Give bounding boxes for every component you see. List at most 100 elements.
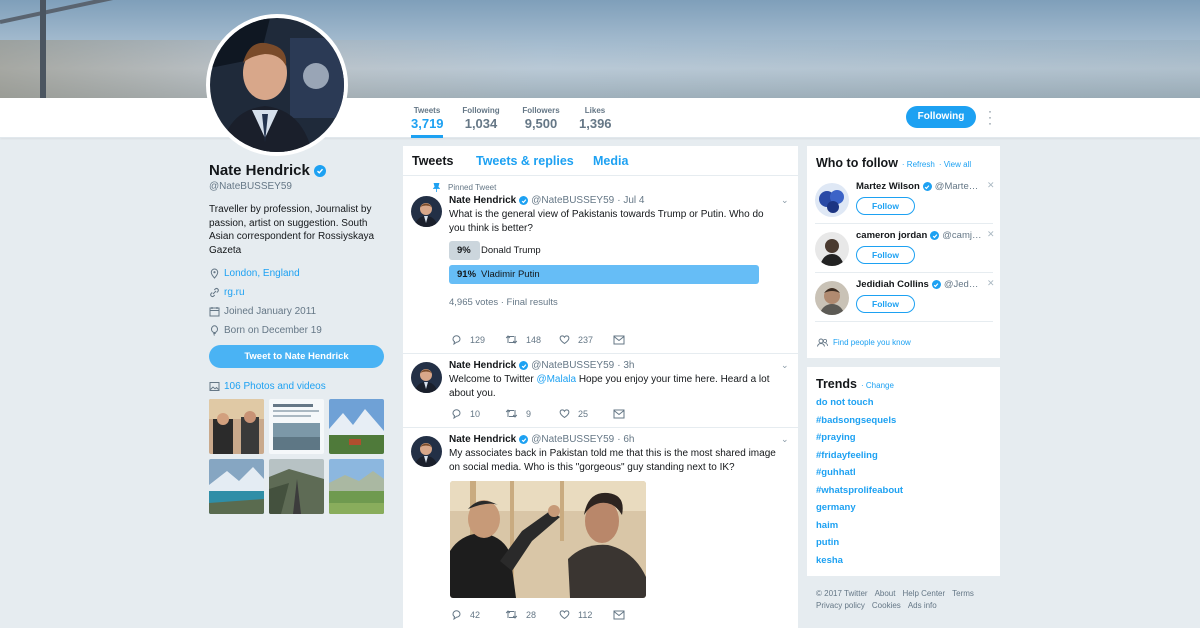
stat-tweets[interactable]: Tweets 3,719 <box>411 106 444 138</box>
follow-button[interactable]: Follow <box>856 295 915 313</box>
suggested-user-handle[interactable]: @Marte… <box>935 181 978 192</box>
suggested-user-handle[interactable]: @camj… <box>942 230 981 241</box>
photos-videos-link[interactable]: 106 Photos and videos <box>209 381 326 392</box>
chevron-down-icon[interactable]: ⌄ <box>781 434 789 444</box>
photo-thumbnail[interactable] <box>329 459 384 514</box>
profile-location[interactable]: London, England <box>224 268 300 279</box>
reply-count: 10 <box>470 408 481 419</box>
footer-link-privacy[interactable]: Privacy policy <box>816 601 865 610</box>
tab-tweets-replies[interactable]: Tweets & replies <box>476 154 574 168</box>
like-button[interactable]: 25 <box>559 408 613 419</box>
dismiss-icon[interactable]: ✕ <box>987 278 995 289</box>
tweet-author-handle[interactable]: @NateBUSSEY59 <box>531 195 614 206</box>
trend-item[interactable]: #guhhatl <box>816 467 856 478</box>
retweet-count: 9 <box>526 408 532 419</box>
direct-message-button[interactable] <box>613 335 667 345</box>
tweet[interactable]: Pinned Tweet Nate Hendrick @NateBUSSEY59… <box>403 177 798 354</box>
reply-button[interactable]: 42 <box>451 609 505 620</box>
photo-thumbnail[interactable] <box>269 399 324 454</box>
trend-item[interactable]: do not touch <box>816 397 874 408</box>
view-all-link[interactable]: · View all <box>939 160 971 169</box>
suggested-user-avatar[interactable] <box>815 232 849 266</box>
like-button[interactable]: 237 <box>559 334 613 345</box>
retweet-count: 28 <box>526 609 537 620</box>
retweet-icon <box>505 335 518 344</box>
footer-link-cookies[interactable]: Cookies <box>872 601 901 610</box>
photo-thumbnail[interactable] <box>329 399 384 454</box>
tweet-author-handle[interactable]: @NateBUSSEY59 <box>531 360 614 371</box>
dismiss-icon[interactable]: ✕ <box>987 229 995 240</box>
tweet-time[interactable]: · 3h <box>617 360 634 371</box>
reply-button[interactable]: 10 <box>451 408 505 419</box>
tweet-author-name[interactable]: Nate Hendrick <box>449 434 516 445</box>
retweet-button[interactable]: 9 <box>505 408 559 419</box>
profile-avatar[interactable] <box>206 14 348 156</box>
change-trends-link[interactable]: · Change <box>861 381 894 390</box>
direct-message-button[interactable] <box>613 409 667 419</box>
reply-button[interactable]: 129 <box>451 334 505 345</box>
trend-item[interactable]: haim <box>816 520 838 531</box>
poll-option-percent: 91% <box>457 269 477 280</box>
tweet-author-name[interactable]: Nate Hendrick <box>449 195 516 206</box>
tab-media[interactable]: Media <box>593 154 628 168</box>
tweet-avatar[interactable] <box>411 436 442 467</box>
follow-button[interactable]: Follow <box>856 197 915 215</box>
tweet-to-button[interactable]: Tweet to Nate Hendrick <box>209 345 384 368</box>
trend-item[interactable]: #whatsprolifeabout <box>816 485 903 496</box>
reply-icon <box>452 409 461 419</box>
retweet-button[interactable]: 148 <box>505 334 559 345</box>
poll-option: 91% Vladimir Putin <box>449 265 759 284</box>
suggested-user-name[interactable]: Martez Wilson <box>856 181 920 192</box>
tweet-image[interactable] <box>450 481 646 598</box>
trend-item[interactable]: germany <box>816 502 856 513</box>
direct-message-button[interactable] <box>613 610 667 620</box>
stat-followers[interactable]: Followers 9,500 <box>520 106 562 131</box>
suggested-user-name[interactable]: cameron jordan <box>856 230 927 241</box>
trend-item[interactable]: #fridayfeeling <box>816 450 878 461</box>
tweet-author-handle[interactable]: @NateBUSSEY59 <box>531 434 614 445</box>
photo-thumbnail[interactable] <box>269 459 324 514</box>
verified-badge-icon <box>519 361 529 370</box>
suggested-user-name[interactable]: Jedidiah Collins <box>856 279 929 290</box>
trend-item[interactable]: putin <box>816 537 839 548</box>
chevron-down-icon[interactable]: ⌄ <box>781 360 789 370</box>
photo-thumbnail[interactable] <box>209 399 264 454</box>
refresh-link[interactable]: · Refresh <box>902 160 935 169</box>
tweet-time[interactable]: · Jul 4 <box>617 195 644 206</box>
tweet-avatar[interactable] <box>411 196 442 227</box>
stat-following[interactable]: Following 1,034 <box>461 106 501 131</box>
suggested-user-handle[interactable]: @Jed… <box>944 279 978 290</box>
profile-handle[interactable]: @NateBUSSEY59 <box>209 181 389 192</box>
stat-following-value: 1,034 <box>464 116 498 131</box>
like-button[interactable]: 112 <box>559 609 613 620</box>
tweet-time[interactable]: · 6h <box>617 434 634 445</box>
find-people-link[interactable]: Find people you know <box>817 338 911 347</box>
more-options-icon[interactable]: · · · <box>986 105 994 129</box>
following-button[interactable]: Following <box>906 106 976 128</box>
tweet-mention-link[interactable]: @Malala <box>536 374 576 385</box>
tweet-avatar[interactable] <box>411 362 442 393</box>
profile-website[interactable]: rg.ru <box>224 287 245 298</box>
retweet-icon <box>505 610 518 619</box>
verified-badge-icon <box>519 196 529 205</box>
stat-likes[interactable]: Likes 1,396 <box>579 106 612 131</box>
retweet-button[interactable]: 28 <box>505 609 559 620</box>
chevron-down-icon[interactable]: ⌄ <box>781 195 789 205</box>
tweet[interactable]: Nate Hendrick @NateBUSSEY59 · 3h ⌄ Welco… <box>403 354 798 428</box>
dismiss-icon[interactable]: ✕ <box>987 180 995 191</box>
trend-item[interactable]: #badsongsequels <box>816 415 896 426</box>
follow-button[interactable]: Follow <box>856 246 915 264</box>
suggested-user-avatar[interactable] <box>815 183 849 217</box>
footer-link-help[interactable]: Help Center <box>902 589 945 598</box>
suggested-user-avatar[interactable] <box>815 281 849 315</box>
photo-thumbnail[interactable] <box>209 459 264 514</box>
stat-likes-label: Likes <box>584 106 606 115</box>
trend-item[interactable]: kesha <box>816 555 843 566</box>
tweet-author-name[interactable]: Nate Hendrick <box>449 360 516 371</box>
tab-tweets[interactable]: Tweets <box>412 154 453 168</box>
tweet[interactable]: Nate Hendrick @NateBUSSEY59 · 6h ⌄ My as… <box>403 428 798 628</box>
footer-link-terms[interactable]: Terms <box>952 589 974 598</box>
footer-link-ads[interactable]: Ads info <box>908 601 937 610</box>
footer-link-about[interactable]: About <box>875 589 896 598</box>
trend-item[interactable]: #praying <box>816 432 856 443</box>
